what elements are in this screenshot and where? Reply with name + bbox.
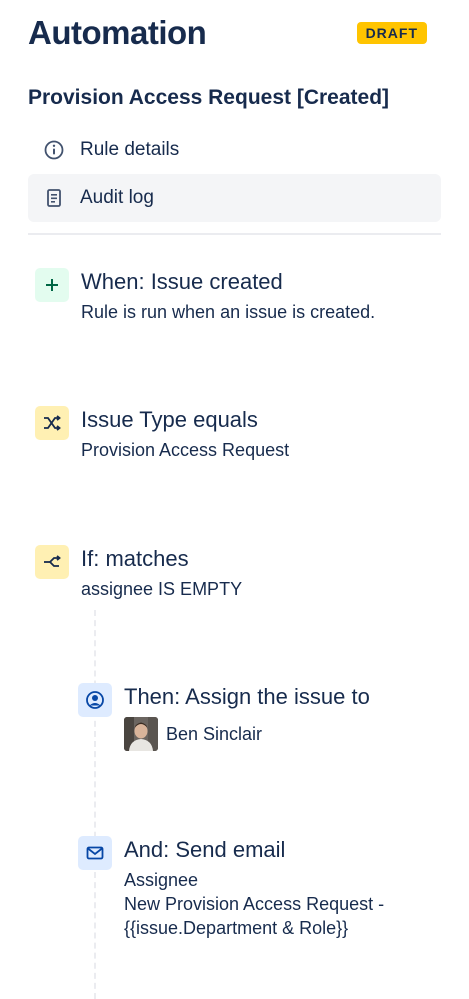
assign-action-step[interactable]: Then: Assign the issue to Ben Sinclair [78,683,370,751]
email-recipient: Assignee [124,870,199,890]
email-details: Assignee New Provision Access Request - … [124,868,384,940]
rule-title: Provision Access Request [Created] [28,86,390,109]
divider [28,233,441,235]
shuffle-icon [35,406,69,440]
assignee: Ben Sinclair [124,717,370,751]
info-icon [28,139,80,161]
step-title: Issue Type equals [81,407,258,432]
condition-step[interactable]: Issue Type equals Provision Access Reque… [35,406,289,462]
branch-icon [35,545,69,579]
step-title: Then: Assign the issue to [124,684,370,709]
step-subtitle: Provision Access Request [81,440,290,460]
send-email-step[interactable]: And: Send email Assignee New Provision A… [78,836,384,940]
user-circle-icon [78,683,112,717]
trigger-step[interactable]: When: Issue created Rule is run when an … [35,268,375,324]
step-title: And: Send email [124,837,286,862]
plus-icon [35,268,69,302]
branch-connector-line [94,610,96,999]
page-header: Automation DRAFT [28,14,441,54]
email-subject: New Provision Access Request - [124,894,385,914]
step-title: When: Issue created [81,269,283,294]
email-subject-continued: {{issue.Department & Role}} [124,918,349,938]
step-subtitle: Rule is run when an issue is created. [81,302,376,322]
document-icon [28,187,80,209]
page-title: Automation [28,14,207,51]
rule-menu: Rule details Audit log [28,126,441,222]
avatar [124,717,158,751]
menu-item-audit-log[interactable]: Audit log [28,174,441,222]
menu-item-label: Rule details [80,139,180,160]
mail-icon [78,836,112,870]
step-title: If: matches [81,546,189,571]
menu-item-rule-details[interactable]: Rule details [28,126,441,174]
if-block-step[interactable]: If: matches assignee IS EMPTY [35,545,242,601]
step-subtitle: assignee IS EMPTY [81,579,243,599]
status-badge: DRAFT [356,22,427,44]
assignee-name: Ben Sinclair [166,723,263,744]
menu-item-label: Audit log [80,187,154,208]
